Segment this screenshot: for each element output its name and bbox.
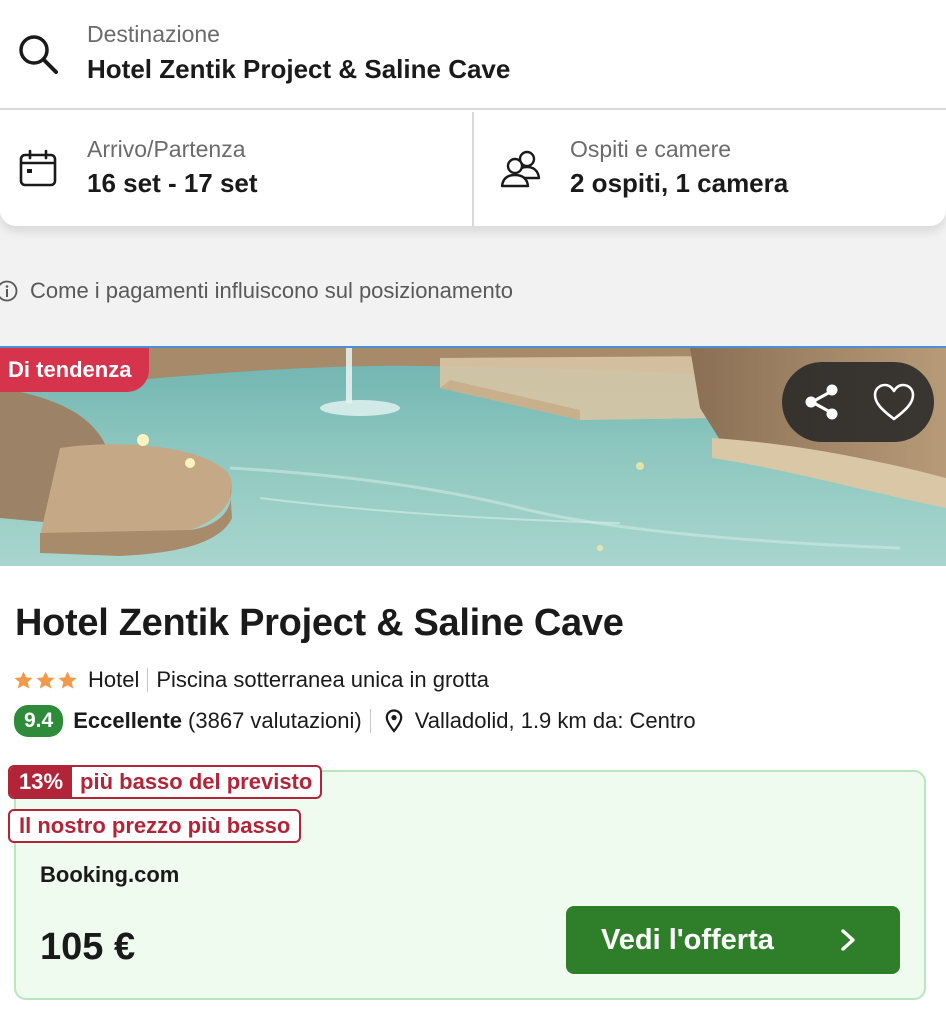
guests-field[interactable]: Ospiti e camere 2 ospiti, 1 camera <box>472 112 946 226</box>
hotel-location: Valladolid, 1.9 km da: Centro <box>414 708 696 733</box>
info-icon <box>0 280 18 302</box>
star-icon <box>36 671 55 688</box>
users-icon <box>500 150 541 188</box>
hotel-name[interactable]: Hotel Zentik Project & Saline Cave <box>15 602 624 645</box>
hotel-highlight: Piscina sotterranea unica in grotta <box>156 667 489 692</box>
review-count: (3867 valutazioni) <box>188 708 362 733</box>
destination-label: Destinazione <box>87 21 220 47</box>
deal-price: 105 € <box>40 926 136 968</box>
deal-provider: Booking.com <box>40 862 180 887</box>
view-deal-button[interactable]: Vedi l'offerta <box>566 906 900 974</box>
chevron-right-icon <box>841 929 855 951</box>
hotel-meta: Hotel Piscina sotterranea unica in grott… <box>13 664 489 696</box>
discount-tag: 13% più basso del previsto <box>8 765 323 799</box>
search-panel: Destinazione Hotel Zentik Project & Sali… <box>0 0 946 226</box>
divider <box>147 668 149 692</box>
star-icon <box>14 671 33 688</box>
lowest-price-tag: Il nostro prezzo più basso <box>8 809 302 843</box>
payments-info-link[interactable]: Come i pagamenti influiscono sul posizio… <box>0 276 513 306</box>
dates-field[interactable]: Arrivo/Partenza 16 set - 17 set <box>0 112 470 226</box>
review-score-word: Eccellente <box>73 708 183 733</box>
destination-field[interactable]: Destinazione Hotel Zentik Project & Sali… <box>0 0 946 110</box>
lowest-price-text: Il nostro prezzo più basso <box>19 813 291 838</box>
dates-label: Arrivo/Partenza <box>87 136 246 162</box>
discount-text: più basso del previsto <box>80 769 313 794</box>
discount-percent: 13% <box>10 767 73 797</box>
star-rating <box>13 670 78 691</box>
destination-value: Hotel Zentik Project & Saline Cave <box>87 54 511 84</box>
location-pin-icon <box>385 709 403 733</box>
favorite-heart-icon[interactable] <box>872 382 916 422</box>
calendar-icon <box>19 149 57 187</box>
view-deal-label: Vedi l'offerta <box>601 923 774 956</box>
hotel-type: Hotel <box>88 667 140 692</box>
divider <box>369 709 371 733</box>
payments-info-text: Come i pagamenti influiscono sul posizio… <box>30 278 514 303</box>
photo-actions <box>782 362 934 442</box>
search-icon <box>19 35 58 74</box>
review-score-badge: 9.4 <box>14 705 64 737</box>
share-icon[interactable] <box>800 380 844 424</box>
rating-row: 9.4 Eccellente (3867 valutazioni) Vallad… <box>14 704 696 738</box>
star-icon <box>58 671 77 688</box>
guests-label: Ospiti e camere <box>570 136 732 162</box>
dates-value: 16 set - 17 set <box>87 168 258 198</box>
hotel-photo[interactable]: Di tendenza <box>0 346 946 566</box>
guests-value: 2 ospiti, 1 camera <box>570 168 789 198</box>
trending-badge: Di tendenza <box>0 348 150 392</box>
